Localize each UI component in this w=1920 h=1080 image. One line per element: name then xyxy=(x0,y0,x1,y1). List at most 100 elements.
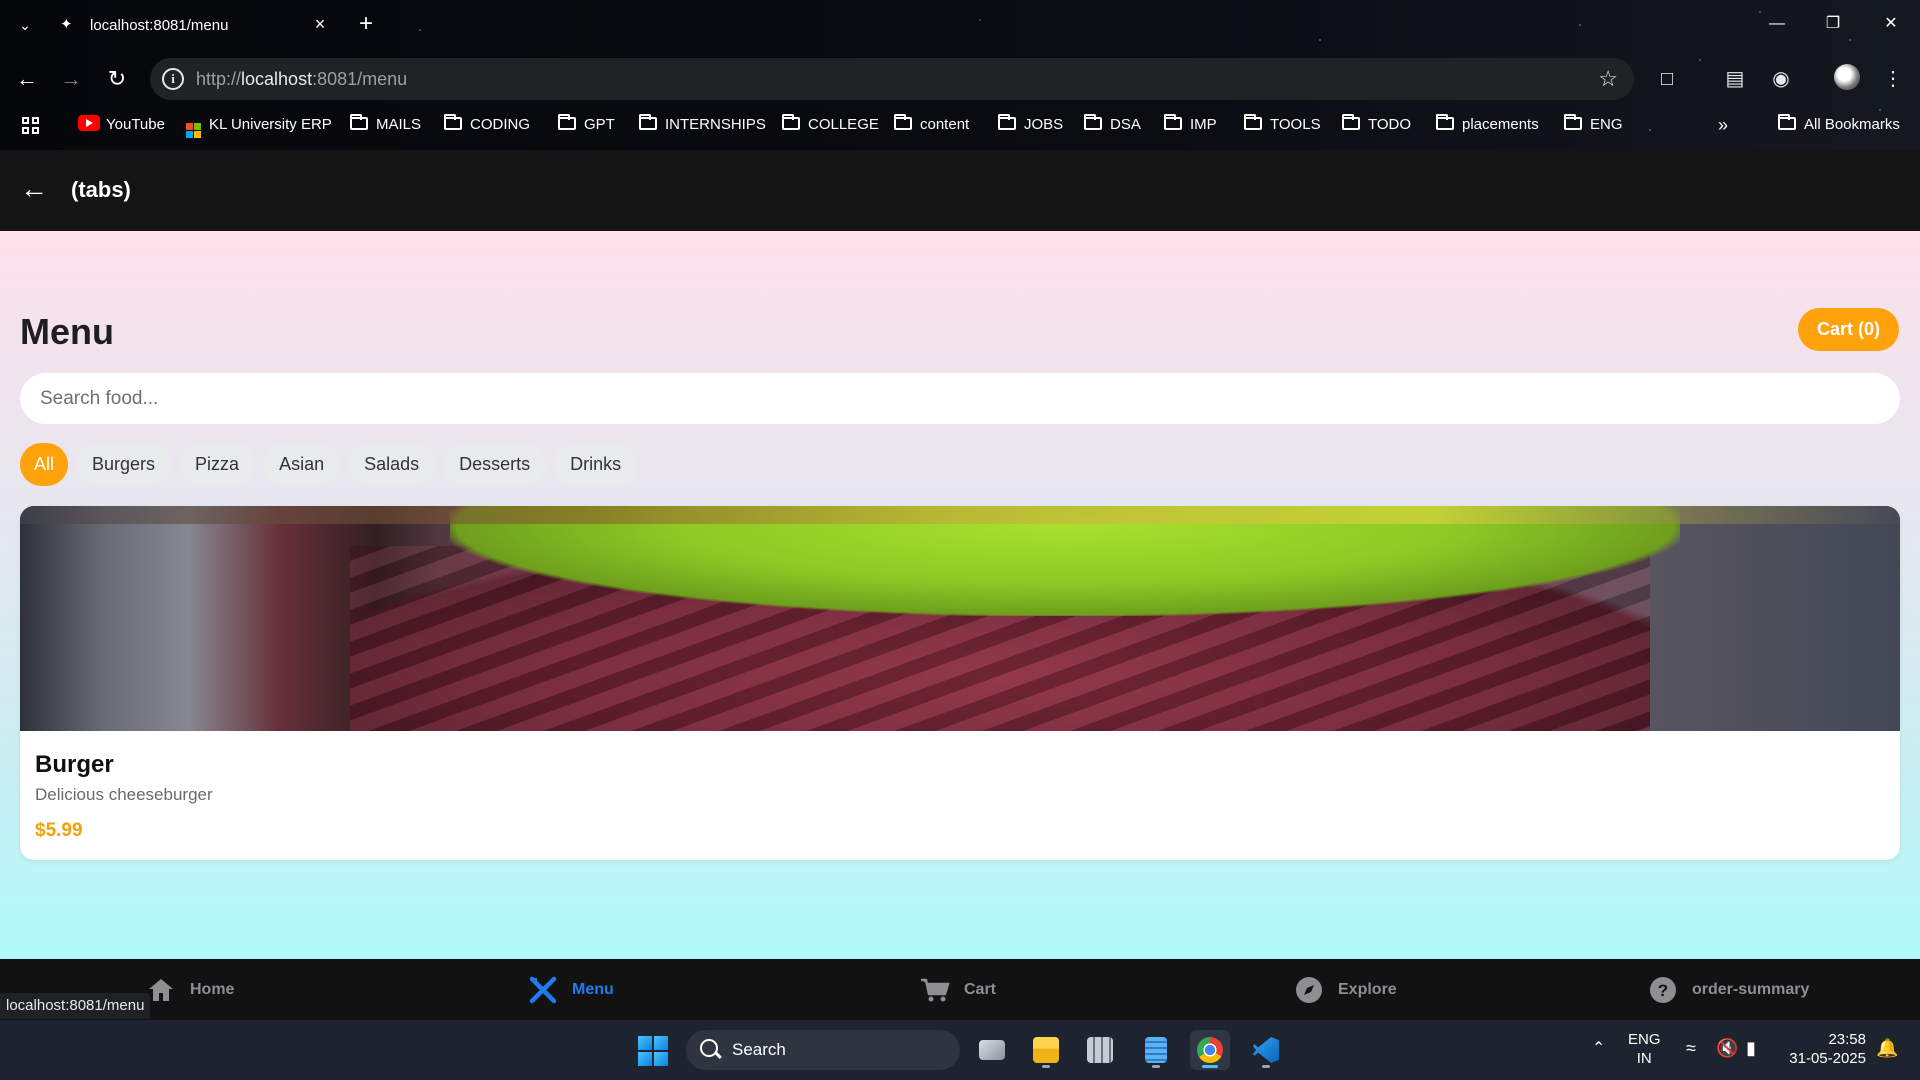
bookmark-folder-mails[interactable]: MAILS xyxy=(350,114,421,136)
task-view-icon[interactable] xyxy=(972,1030,1012,1070)
folder-icon xyxy=(1164,114,1182,130)
volume-muted-icon[interactable]: 🔇 xyxy=(1716,1038,1738,1080)
more-bookmarks-chevron-icon[interactable]: » xyxy=(1718,114,1728,136)
bookmark-kl-erp[interactable]: KL University ERP xyxy=(186,114,332,138)
reading-list-icon[interactable]: ▤ xyxy=(1720,64,1750,94)
app-header: ← (tabs) xyxy=(0,150,1920,231)
bookmark-folder-eng[interactable]: ENG xyxy=(1564,114,1623,136)
file-explorer-icon[interactable] xyxy=(1026,1030,1066,1070)
show-hidden-icons-chevron[interactable]: ⌃ xyxy=(1592,1038,1605,1080)
bookmark-folder-content[interactable]: content xyxy=(894,114,969,136)
tab-menu[interactable]: Menu xyxy=(528,959,614,1020)
url-text[interactable]: http://localhost:8081/menu xyxy=(196,69,407,90)
tab-home[interactable]: Home xyxy=(146,959,234,1020)
youtube-icon xyxy=(78,115,100,131)
header-title: (tabs) xyxy=(71,177,131,202)
battery-icon[interactable]: ▮ xyxy=(1746,1038,1756,1080)
calculator-icon[interactable] xyxy=(1080,1030,1120,1070)
tab-order-summary[interactable]: ? order-summary xyxy=(1648,959,1809,1020)
clock-date: 31-05-2025 xyxy=(1789,1050,1866,1067)
minimize-button[interactable]: — xyxy=(1762,10,1792,38)
category-chip-asian[interactable]: Asian xyxy=(263,443,341,486)
folder-icon xyxy=(350,114,368,130)
bookmark-folder-jobs[interactable]: JOBS xyxy=(998,114,1063,136)
folder-icon xyxy=(639,114,657,130)
category-chip-desserts[interactable]: Desserts xyxy=(443,443,547,486)
tab-cart-label: Cart xyxy=(964,980,997,998)
lens-icon[interactable]: ◉ xyxy=(1766,64,1796,94)
home-icon xyxy=(146,975,176,1005)
windows-logo-icon xyxy=(186,123,201,138)
svg-text:?: ? xyxy=(1658,981,1668,1000)
address-bar[interactable]: i http://localhost:8081/menu ☆ xyxy=(150,58,1634,100)
category-chip-drinks[interactable]: Drinks xyxy=(554,443,638,486)
close-tab-icon[interactable]: × xyxy=(310,14,330,34)
new-tab-button[interactable]: + xyxy=(354,12,378,36)
bookmark-folder-gpt[interactable]: GPT xyxy=(558,114,615,136)
tab-strip: ⌄ ✦ localhost:8081/menu × + — ❐ ✕ xyxy=(0,0,1920,50)
help-icon: ? xyxy=(1648,975,1678,1005)
site-info-icon[interactable]: i xyxy=(162,68,184,90)
all-bookmarks-folder[interactable]: All Bookmarks xyxy=(1778,114,1900,136)
language-indicator[interactable]: ENG IN xyxy=(1628,1030,1661,1080)
tab-cart[interactable]: Cart xyxy=(920,959,996,1020)
notifications-icon[interactable]: 🔔 xyxy=(1876,1038,1898,1080)
forward-button[interactable]: → xyxy=(56,64,86,94)
compass-icon xyxy=(1294,975,1324,1005)
close-window-button[interactable]: ✕ xyxy=(1876,10,1906,38)
browser-tab-active[interactable]: ✦ localhost:8081/menu × xyxy=(48,6,338,44)
cart-button[interactable]: Cart (0) xyxy=(1798,308,1899,351)
tab-search-button[interactable]: ⌄ xyxy=(14,14,36,36)
tab-menu-label: Menu xyxy=(572,980,614,998)
folder-icon xyxy=(998,114,1016,130)
bookmark-folder-college[interactable]: COLLEGE xyxy=(782,114,879,136)
folder-icon xyxy=(1436,114,1454,130)
folder-icon xyxy=(558,114,576,130)
food-price: $5.99 xyxy=(35,820,83,841)
utensils-icon xyxy=(528,975,558,1005)
category-filter: All Burgers Pizza Asian Salads Desserts Drinks xyxy=(20,443,645,487)
tab-title: localhost:8081/menu xyxy=(90,17,229,34)
profile-avatar[interactable] xyxy=(1834,64,1860,90)
chrome-icon[interactable] xyxy=(1190,1030,1230,1070)
expo-favicon-icon: ✦ xyxy=(60,16,73,33)
folder-icon xyxy=(444,114,462,130)
category-chip-salads[interactable]: Salads xyxy=(348,443,436,486)
windows-taskbar: Search ⌃ ENG IN ≈ 🔇 ▮ 23:58 31-05-2025 🔔 xyxy=(0,1020,1920,1080)
restore-button[interactable]: ❐ xyxy=(1818,10,1848,38)
category-chip-burgers[interactable]: Burgers xyxy=(76,443,172,486)
back-button[interactable]: ← xyxy=(12,64,42,94)
extensions-icon[interactable]: □ xyxy=(1652,64,1682,94)
vscode-icon[interactable] xyxy=(1246,1030,1286,1070)
tab-explore-label: Explore xyxy=(1338,980,1397,998)
bookmark-folder-dsa[interactable]: DSA xyxy=(1084,114,1141,136)
region-label: IN xyxy=(1636,1050,1652,1067)
back-arrow-icon[interactable]: ← xyxy=(20,172,50,206)
windows-start-icon[interactable] xyxy=(638,1036,668,1066)
bookmark-folder-tools[interactable]: TOOLS xyxy=(1244,114,1321,136)
category-chip-pizza[interactable]: Pizza xyxy=(179,443,256,486)
bookmark-youtube[interactable]: YouTube xyxy=(78,114,165,136)
apps-icon[interactable] xyxy=(22,114,39,136)
folder-icon xyxy=(1564,114,1582,130)
bookmark-star-icon[interactable]: ☆ xyxy=(1598,66,1618,92)
menu-kebab-icon[interactable]: ⋮ xyxy=(1878,64,1908,94)
folder-icon xyxy=(1244,114,1262,130)
folder-icon xyxy=(782,114,800,130)
category-chip-all[interactable]: All xyxy=(20,443,69,486)
bookmark-folder-coding[interactable]: CODING xyxy=(444,114,530,136)
bookmark-folder-imp[interactable]: IMP xyxy=(1164,114,1217,136)
page-title: Menu xyxy=(20,311,114,352)
food-name: Burger xyxy=(35,751,114,778)
reload-button[interactable]: ↻ xyxy=(102,64,132,94)
taskbar-search[interactable]: Search xyxy=(686,1030,960,1070)
food-card[interactable]: Burger Delicious cheeseburger $5.99 xyxy=(20,506,1900,860)
search-input[interactable] xyxy=(20,373,1900,424)
tab-explore[interactable]: Explore xyxy=(1294,959,1397,1020)
bookmark-folder-todo[interactable]: TODO xyxy=(1342,114,1411,136)
bookmark-folder-internships[interactable]: INTERNSHIPS xyxy=(639,114,766,136)
bookmark-folder-placements[interactable]: placements xyxy=(1436,114,1539,136)
notepad-icon[interactable] xyxy=(1136,1030,1176,1070)
clock[interactable]: 23:58 31-05-2025 xyxy=(1786,1030,1866,1080)
wifi-icon[interactable]: ≈ xyxy=(1686,1038,1696,1080)
